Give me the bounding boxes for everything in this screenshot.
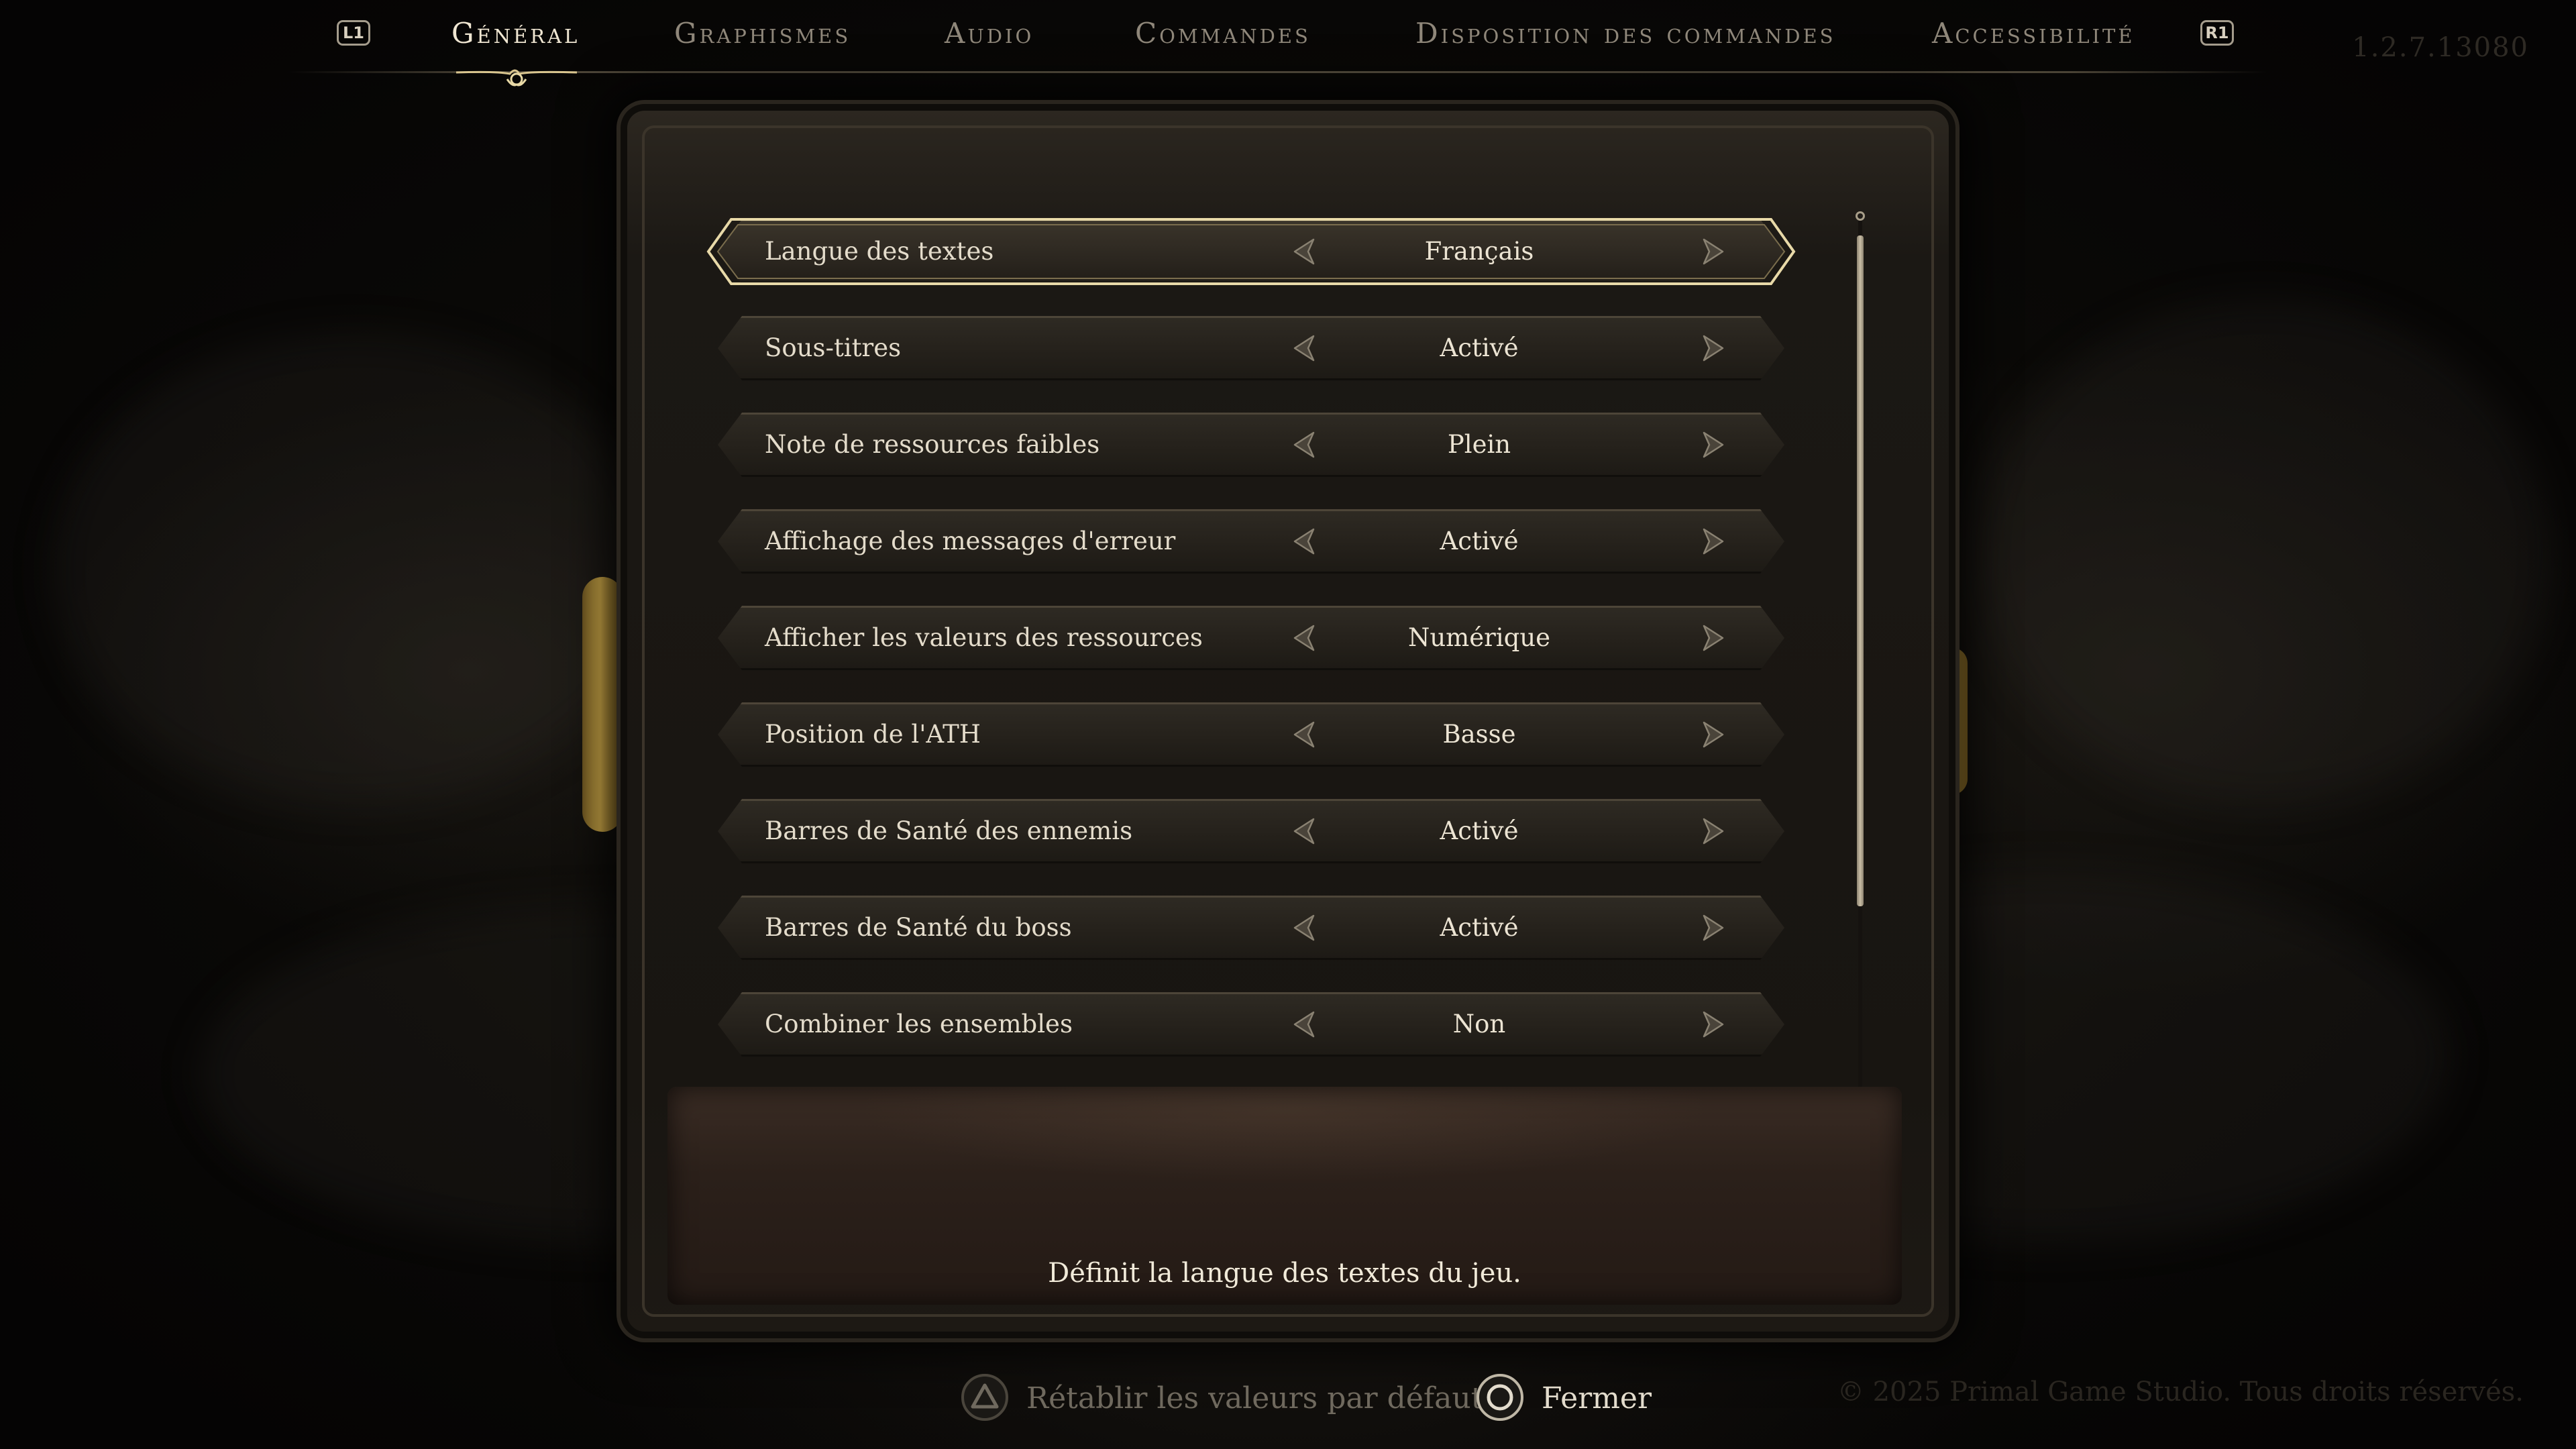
- setting-row[interactable]: Affichage des messages d'erreur Activé: [704, 506, 1798, 576]
- setting-label: Barres de Santé du boss: [765, 913, 1072, 942]
- setting-row[interactable]: Sous-titres Activé: [704, 313, 1798, 383]
- settings-scrollbar[interactable]: [1854, 211, 1867, 1177]
- version-label: 1.2.7.13080: [2352, 32, 2529, 63]
- arrow-left-icon[interactable]: [1288, 815, 1320, 847]
- setting-value: Français: [1424, 237, 1534, 266]
- arrow-right-icon[interactable]: [1697, 332, 1729, 364]
- arrow-right-icon[interactable]: [1697, 235, 1729, 268]
- setting-label: Afficher les valeurs des ressources: [765, 623, 1203, 652]
- setting-label: Sous-titres: [765, 333, 902, 362]
- copyright-notice: © 2025 Primal Game Studio. Tous droits r…: [1837, 1377, 2524, 1407]
- setting-label: Position de l'ATH: [765, 720, 981, 749]
- setting-row[interactable]: Note de ressources faibles Plein: [704, 410, 1798, 480]
- setting-description: Définit la langue des textes du jeu.: [1048, 1258, 1521, 1289]
- background-smoke: [54, 335, 657, 805]
- setting-value: Activé: [1440, 333, 1519, 362]
- setting-value: Basse: [1442, 720, 1516, 749]
- scrollbar-thumb[interactable]: [1857, 235, 1864, 906]
- l1-bumper-button[interactable]: L1: [337, 20, 370, 46]
- settings-tab-bar: L1 Général Graphismes Audio Commandes Di…: [288, 0, 2267, 87]
- setting-value: Activé: [1440, 913, 1519, 942]
- settings-panel: Langue des textes Français Sous-titres Acti…: [627, 111, 1949, 1332]
- settings-list: Langue des textes Français Sous-titres Acti…: [704, 211, 1805, 1184]
- scrollbar-top-cap: [1856, 211, 1865, 221]
- setting-label: Affichage des messages d'erreur: [765, 527, 1176, 555]
- setting-row[interactable]: Position de l'ATH Basse: [704, 700, 1798, 769]
- close-label: Fermer: [1542, 1381, 1652, 1415]
- setting-value: Activé: [1440, 527, 1519, 555]
- background-smoke: [1979, 302, 2549, 805]
- arrow-left-icon[interactable]: [1288, 429, 1320, 461]
- setting-row[interactable]: Afficher les valeurs des ressources Numér…: [704, 603, 1798, 673]
- arrow-left-icon[interactable]: [1288, 622, 1320, 654]
- arrow-left-icon[interactable]: [1288, 718, 1320, 751]
- setting-label: Combiner les ensembles: [765, 1010, 1073, 1038]
- tab-audio[interactable]: Audio: [945, 15, 1034, 52]
- description-box: Définit la langue des textes du jeu.: [667, 1087, 1902, 1305]
- setting-value: Plein: [1447, 430, 1511, 459]
- setting-row[interactable]: Barres de Santé du boss Activé: [704, 893, 1798, 963]
- close-button[interactable]: Fermer: [1474, 1368, 1676, 1429]
- r1-bumper-button[interactable]: R1: [2200, 20, 2234, 46]
- tab-graphismes[interactable]: Graphismes: [674, 15, 851, 52]
- arrow-right-icon[interactable]: [1697, 622, 1729, 654]
- tab-general[interactable]: Général: [451, 15, 580, 52]
- tab-bar-divider: [288, 71, 2267, 73]
- setting-label: Barres de Santé des ennemis: [765, 816, 1133, 845]
- circle-button-icon: [1477, 1374, 1523, 1421]
- tab-disposition-des-commandes[interactable]: Disposition des commandes: [1415, 15, 1836, 52]
- arrow-right-icon[interactable]: [1697, 815, 1729, 847]
- arrow-right-icon[interactable]: [1697, 429, 1729, 461]
- triangle-button-icon: [961, 1374, 1008, 1421]
- setting-row[interactable]: Langue des textes Français: [704, 217, 1798, 286]
- arrow-right-icon[interactable]: [1697, 1008, 1729, 1040]
- setting-value: Non: [1452, 1010, 1506, 1038]
- reset-defaults-label: Rétablir les valeurs par défaut: [1026, 1381, 1483, 1415]
- arrow-left-icon[interactable]: [1288, 332, 1320, 364]
- setting-label: Langue des textes: [765, 237, 994, 266]
- arrow-left-icon[interactable]: [1288, 1008, 1320, 1040]
- setting-label: Note de ressources faibles: [765, 430, 1100, 459]
- arrow-left-icon[interactable]: [1288, 525, 1320, 557]
- setting-row[interactable]: Barres de Santé des ennemis Activé: [704, 796, 1798, 866]
- arrow-left-icon[interactable]: [1288, 235, 1320, 268]
- arrow-right-icon[interactable]: [1697, 912, 1729, 944]
- arrow-right-icon[interactable]: [1697, 718, 1729, 751]
- arrow-left-icon[interactable]: [1288, 912, 1320, 944]
- active-tab-ornament-icon: [456, 69, 577, 87]
- setting-value: Activé: [1440, 816, 1519, 845]
- tab-accessibilite[interactable]: Accessibilité: [1932, 15, 2135, 52]
- setting-row[interactable]: Combiner les ensembles Non: [704, 989, 1798, 1059]
- tab-commandes[interactable]: Commandes: [1135, 15, 1311, 52]
- frame-gold-ornament-left: [582, 577, 623, 832]
- arrow-right-icon[interactable]: [1697, 525, 1729, 557]
- reset-defaults-button[interactable]: Rétablir les valeurs par défaut: [959, 1368, 1483, 1429]
- game-options-screen: L1 Général Graphismes Audio Commandes Di…: [0, 0, 2576, 1449]
- setting-value: Numérique: [1407, 623, 1551, 652]
